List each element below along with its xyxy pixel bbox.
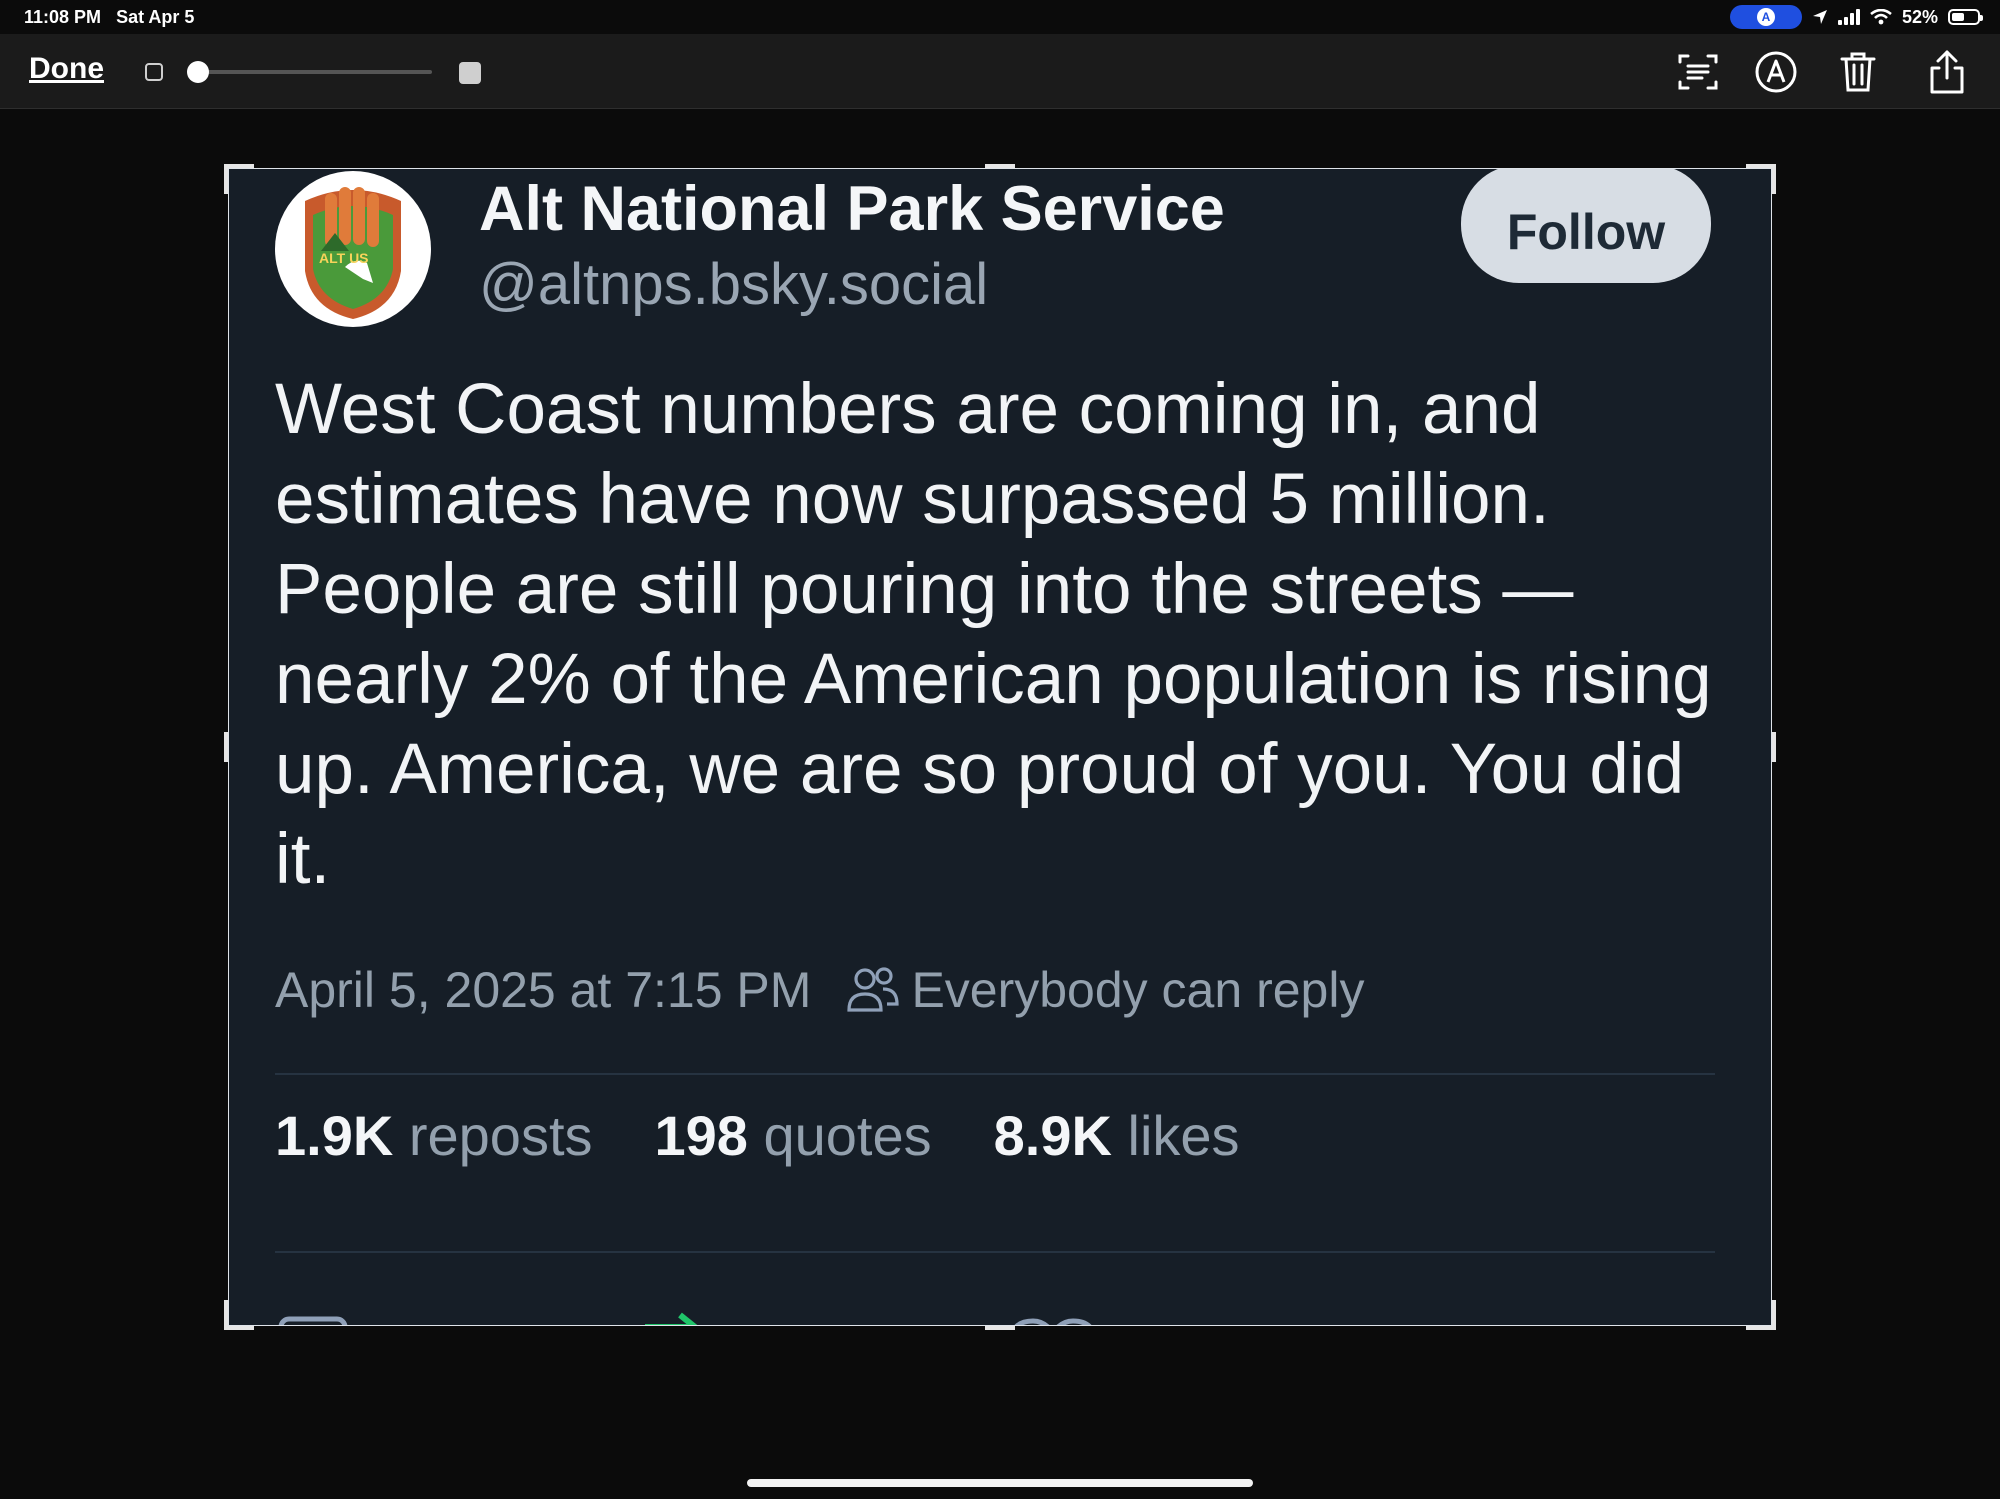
people-icon: [847, 967, 900, 1012]
divider-top: [275, 1073, 1715, 1075]
reposts-stat[interactable]: 1.9K reposts: [275, 1103, 593, 1168]
reply-icon[interactable]: [278, 1316, 348, 1326]
zoom-slider-thumb[interactable]: [187, 61, 209, 83]
crop-handle-top-left-v[interactable]: [224, 164, 228, 194]
avatar[interactable]: ALT US: [275, 171, 431, 327]
crop-handle-bottom-mid[interactable]: [985, 1326, 1015, 1330]
status-date: Sat Apr 5: [116, 7, 195, 27]
alt-nps-logo-icon: ALT US: [305, 187, 401, 319]
crop-handle-left-mid[interactable]: [224, 732, 228, 762]
text-select-icon[interactable]: [1674, 48, 1722, 96]
crop-handle-bottom-left-v[interactable]: [224, 1300, 228, 1330]
markup-indicator-icon: A: [1756, 8, 1775, 26]
engagement-stats: 1.9K reposts 198 quotes 8.9K likes: [275, 1103, 1240, 1168]
cellular-signal-icon: [1837, 9, 1860, 25]
follow-button[interactable]: Follow: [1461, 169, 1711, 283]
quotes-label: quotes: [763, 1104, 932, 1167]
battery-percent: 52%: [1901, 6, 1938, 27]
trash-icon[interactable]: [1834, 48, 1882, 96]
crop-handle-top-right-v[interactable]: [1772, 164, 1776, 194]
post-meta: April 5, 2025 at 7:15 PM Everybody can r…: [275, 961, 1364, 1019]
crop-handle-top-left-h[interactable]: [224, 164, 254, 168]
zoom-slider-track[interactable]: [197, 70, 432, 74]
editor-toolbar: Done: [0, 34, 2000, 109]
quotes-stat[interactable]: 198 quotes: [655, 1103, 932, 1168]
screen-recording-pill[interactable]: A: [1729, 5, 1802, 29]
post-timestamp: April 5, 2025 at 7:15 PM: [275, 962, 812, 1018]
reposts-label: reposts: [408, 1104, 593, 1167]
markup-icon[interactable]: [1752, 48, 1800, 96]
post-text: West Coast numbers are coming in, and es…: [275, 370, 1712, 899]
divider-bottom: [275, 1251, 1715, 1253]
share-icon[interactable]: [1923, 48, 1971, 96]
battery-icon: [1948, 9, 1983, 25]
status-time-date: 11:08 PM Sat Apr 5: [24, 7, 194, 28]
likes-count: 8.9K: [993, 1104, 1112, 1167]
reposts-count: 1.9K: [275, 1104, 394, 1167]
author-handle[interactable]: @altnps.bsky.social: [479, 251, 988, 318]
battery-fill: [1952, 13, 1964, 21]
likes-label: likes: [1127, 1104, 1240, 1167]
status-bar: 11:08 PM Sat Apr 5 A 52%: [0, 0, 2000, 34]
crop-handle-bottom-right-v[interactable]: [1772, 1300, 1776, 1330]
action-bar-partial: [278, 1312, 1095, 1326]
likes-stat[interactable]: 8.9K likes: [994, 1103, 1240, 1168]
crop-handle-bottom-left-h[interactable]: [224, 1326, 254, 1330]
wifi-icon: [1870, 9, 1892, 25]
like-icon[interactable]: [1011, 1318, 1095, 1326]
crop-handle-right-mid[interactable]: [1772, 732, 1776, 762]
home-indicator[interactable]: [747, 1479, 1253, 1487]
crop-handle-top-mid[interactable]: [985, 164, 1015, 168]
reply-setting[interactable]: Everybody can reply: [911, 961, 1364, 1019]
status-time: 11:08 PM: [24, 7, 102, 27]
logo-lettering: ALT US: [319, 250, 369, 266]
cropped-screenshot[interactable]: ALT US Alt National Park Service @altnps…: [228, 168, 1772, 1326]
done-button[interactable]: Done: [29, 52, 104, 86]
zoom-out-small-square-icon[interactable]: [145, 63, 163, 81]
location-arrow-icon: [1812, 10, 1827, 24]
quotes-count: 198: [654, 1104, 748, 1167]
zoom-in-large-square-icon[interactable]: [459, 62, 481, 84]
status-right: A 52%: [1729, 5, 1983, 29]
author-name[interactable]: Alt National Park Service: [479, 173, 1225, 245]
repost-icon[interactable]: [645, 1312, 698, 1326]
